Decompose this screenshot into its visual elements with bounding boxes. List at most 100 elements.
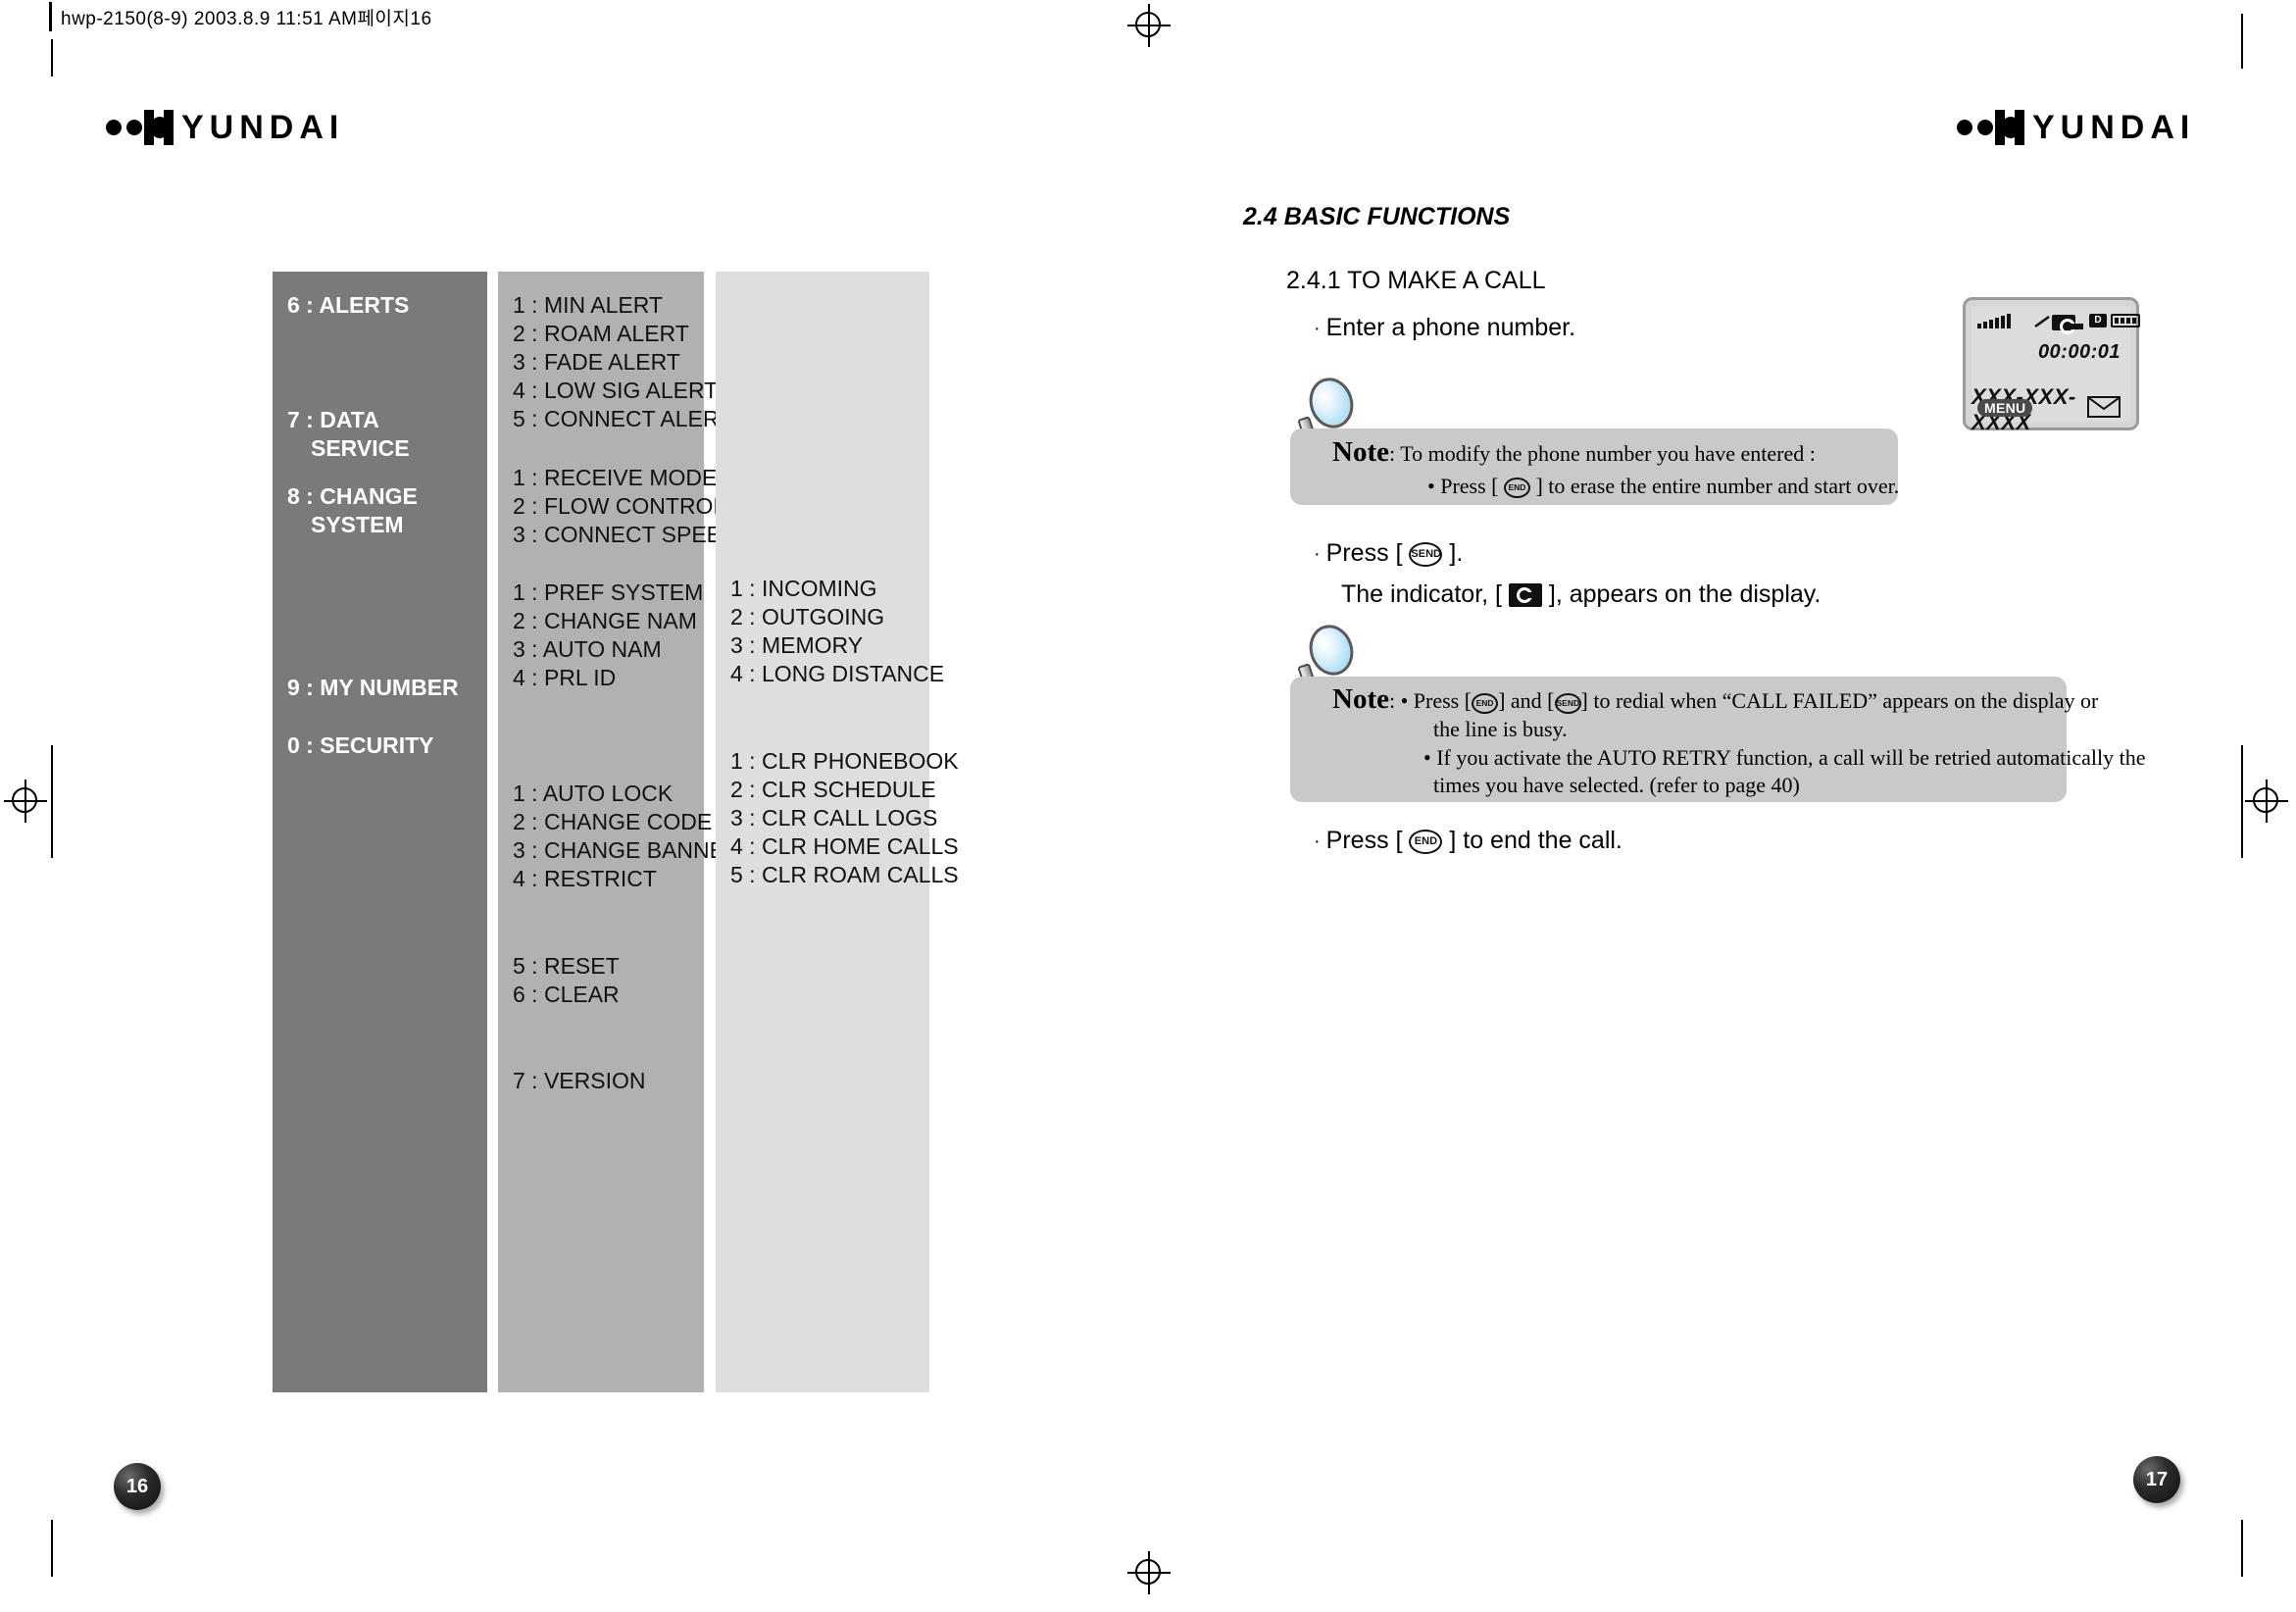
menu-item-label: 1 : CLR PHONEBOOK [730,748,959,774]
step-text-suffix: ]. [1449,539,1464,567]
menu-item-label: 3 : CHANGE BANNER [513,837,741,863]
note-line-1-mid: ] and [ [1498,688,1555,713]
call-in-progress-icon [2052,314,2083,334]
menu-level3-item: 4 : CLR HOME CALLS [730,832,959,861]
indicator-text-prefix: The indicator, [ [1341,580,1502,608]
end-key-icon: END [1472,693,1499,715]
menu-softkey-button[interactable]: MENU [1977,399,2033,417]
phone-status-bar: D [1977,311,2140,334]
menu-level2-item: 2 : ROAM ALERT [513,320,689,348]
menu-item-label: 3 : AUTO NAM [513,636,662,662]
menu-level3-item: 3 : CLR CALL LOGS [730,804,937,832]
menu-item-label: 6 : ALERTS [287,292,410,318]
logo-h-mark-icon [1995,110,2024,145]
subsection-title: 2.4.1 TO MAKE A CALL [1286,267,1546,294]
menu-level2-item: 4 : RESTRICT [513,865,657,893]
menu-item-label: 1 : RECEIVE MODE [513,465,718,490]
logo-dot-small-icon [1957,120,1972,135]
menu-level2-item: 2 : CHANGE NAM [513,607,697,635]
step-text-prefix: Press [ [1325,539,1403,567]
bullet-dot-icon: · [1314,830,1321,852]
menu-item-label: 1 : AUTO LOCK [513,781,674,806]
menu-item-label: 4 : PRL ID [513,665,617,690]
crop-rule-left-mid [51,745,53,858]
logo-wordmark: YUNDAI [181,108,345,146]
registration-mark-right [2245,780,2288,823]
menu-item-label: 3 : MEMORY [730,632,864,658]
print-header-text: hwp-2150(8-9) 2003.8.9 11:51 AM페이지16 [61,9,432,29]
note-label: Note [1332,683,1389,715]
indicator-text-suffix: ], appears on the display. [1548,580,1822,608]
menu-tree-column-level3: 1 : INCOMING 2 : OUTGOING 3 : MEMORY 4 : LO… [716,272,959,1392]
menu-item-label: 1 : PREF SYSTEM [513,579,704,605]
menu-item-label: 2 : CHANGE CODE [513,809,713,834]
menu-level1-item: 6 : ALERTS [287,291,409,320]
menu-level3-item: 5 : CLR ROAM CALLS [730,861,959,889]
end-key-icon: END [1409,829,1443,854]
step-enter-phone-number: · Enter a phone number. [1314,314,1575,342]
registration-mark-bottom [1127,1551,1171,1594]
menu-level3-item: 4 : LONG DISTANCE [730,660,944,688]
menu-level1-item: 9 : MY NUMBER [287,674,459,702]
logo-dot-small-icon [106,120,122,135]
end-key-icon: END [1503,478,1530,499]
menu-tree-column-level1: 6 : ALERTS 7 : DATA SERVICE 8 : CHANGE SYSTE… [273,272,487,1392]
crop-rule-bottom-right [2241,1520,2243,1577]
menu-level3-item: 2 : OUTGOING [730,603,884,631]
signal-strength-icon [1977,313,2013,328]
note-box-2: Note: • Press [END] and [SEND] to redial… [1290,677,2146,802]
logo-dot-large-icon [1977,120,1993,135]
menu-item-label: 3 : FADE ALERT [513,349,680,375]
hyundai-logo-left: YUNDAI [106,108,345,146]
step-text: Enter a phone number. [1325,314,1576,341]
menu-level2-item: 3 : AUTO NAM [513,635,662,664]
logo-dot-large-icon [126,120,142,135]
step-text-suffix: ] to end the call. [1449,827,1622,854]
crop-rule-bottom-left [51,1520,53,1577]
menu-level2-item: 2 : FLOW CONTROL [513,492,725,521]
menu-level1-item: 8 : CHANGE SYSTEM [287,482,418,539]
menu-item-label: 4 : LONG DISTANCE [730,661,945,686]
print-header-rule [49,2,52,31]
menu-level2-item: 5 : RESET [513,952,620,981]
menu-level2-item: 3 : CONNECT SPEED [513,521,738,549]
crop-rule-top-right [2241,14,2243,69]
menu-item-label: 5 : CLR ROAM CALLS [730,862,959,887]
menu-item-label: 2 : CHANGE NAM [513,608,697,633]
menu-item-label: 7 : DATA [287,407,379,432]
note-line-3: • If you activate the AUTO RETRY functio… [1423,745,2146,770]
menu-tree-column-level2: 1 : MIN ALERT 2 : ROAM ALERT 3 : FADE ALER… [498,272,741,1392]
hyundai-logo-right: YUNDAI [1957,109,2195,146]
step-indicator-appears: The indicator, [ ], appears on the displ… [1341,580,1821,609]
message-envelope-icon[interactable] [2087,396,2121,418]
note-line-1: : To modify the phone number you have en… [1388,441,1816,466]
battery-icon [2111,314,2140,327]
menu-item-label: 8 : CHANGE [287,483,418,509]
crop-rule-right-mid [2241,745,2243,858]
page-number-right: 17 [2133,1456,2180,1503]
note-label: Note [1332,436,1389,468]
note-box-1: Note: To modify the phone number you hav… [1290,428,1900,505]
crop-rule-top-left [51,39,53,76]
menu-item-label: 1 : INCOMING [730,576,877,601]
send-key-icon: SEND [1409,541,1443,567]
menu-item-label: 5 : RESET [513,953,620,979]
step-text-prefix: Press [ [1325,827,1403,854]
menu-item-label: 7 : VERSION [513,1068,646,1093]
menu-item-label: 2 : FLOW CONTROL [513,493,726,519]
call-in-progress-icon [1508,583,1542,608]
note-bullet-suffix: ] to erase the entire number and start o… [1535,474,1900,498]
menu-item-label: 9 : MY NUMBER [287,675,459,700]
menu-item-label: 3 : CLR CALL LOGS [730,805,938,831]
menu-level3-item: 3 : MEMORY [730,631,863,660]
menu-item-label: 4 : LOW SIG ALERT [513,378,719,403]
menu-item-label-continued: SERVICE [311,435,410,461]
menu-level2-item: 4 : LOW SIG ALERT [513,377,718,405]
phone-display-illustration: D 00:00:01 XXX-XXX-XXXX MENU [1963,297,2140,434]
send-key-icon: SEND [1554,693,1581,715]
page-number-left: 16 [114,1463,161,1510]
registration-mark-left [4,780,47,823]
note-line-4: times you have selected. (refer to page … [1433,773,1800,797]
phone-screen: D 00:00:01 XXX-XXX-XXXX MENU [1972,306,2140,434]
menu-item-label-continued: SYSTEM [311,512,404,537]
